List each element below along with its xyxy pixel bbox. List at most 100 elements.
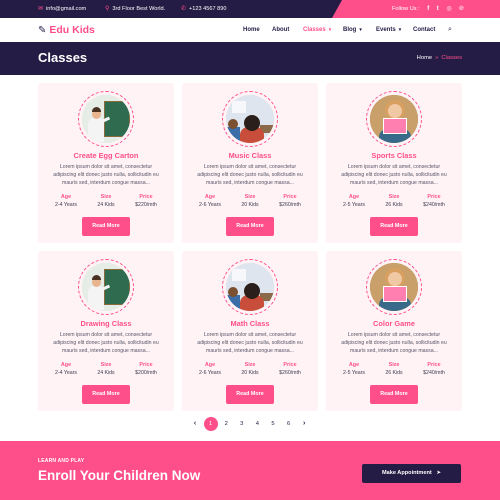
logo-text: Edu Kids [49, 24, 95, 36]
class-card[interactable]: Color Game Lorem ipsum dolor sit amet, co… [326, 251, 462, 411]
class-description: Lorem ipsum dolor sit amet, consectetur … [341, 332, 447, 354]
class-card[interactable]: Music Class Lorem ipsum dolor sit amet, c… [182, 83, 318, 243]
follow-label: Follow Us : [392, 6, 420, 12]
page-title: Classes [38, 50, 88, 65]
chevron-down-icon: ▼ [327, 27, 333, 32]
stat-price: Price $260/mth [270, 194, 310, 209]
stat-size-value: 26 Kids [385, 370, 403, 376]
stat-age-label: Age [348, 362, 360, 368]
nav-home-label: Home [243, 27, 260, 33]
stat-age: Age 2-5 Years [334, 194, 374, 209]
stat-age-value: 2-6 Years [199, 202, 221, 208]
class-photo[interactable] [370, 95, 418, 143]
stat-age: Age 2-6 Years [190, 194, 230, 209]
prev-page-button[interactable]: ‹ [188, 417, 202, 431]
stat-size-label: Size [244, 362, 256, 368]
stat-age-label: Age [204, 362, 216, 368]
social-links: Follow Us : f t ◎ ℗ [332, 0, 500, 18]
main-navbar: ✎ Edu Kids Home About Classes ▼ Blog ▼ Even… [0, 18, 500, 42]
stat-price: Price $200/mth [126, 362, 166, 377]
stat-age-label: Age [60, 194, 72, 200]
read-more-button[interactable]: Read More [82, 217, 130, 236]
class-description: Lorem ipsum dolor sit amet, consectetur … [341, 164, 447, 186]
page-6-button[interactable]: 6 [282, 417, 296, 431]
stat-age: Age 2-5 Years [334, 362, 374, 377]
instagram-icon[interactable]: ◎ [446, 0, 451, 18]
stat-size: Size 20 Kids [230, 194, 270, 209]
stat-size-label: Size [388, 362, 400, 368]
class-photo[interactable] [226, 95, 274, 143]
class-title[interactable]: Create Egg Carton [38, 151, 174, 160]
class-title[interactable]: Drawing Class [38, 319, 174, 328]
nav-classes[interactable]: Classes ▼ [303, 18, 332, 42]
stat-price-value: $240/mth [423, 370, 445, 376]
class-title[interactable]: Music Class [182, 151, 318, 160]
stat-price: Price $260/mth [270, 362, 310, 377]
class-stats: Age 2-5 Years Size 26 Kids Price $240/mth [326, 194, 462, 214]
stat-size-value: 26 Kids [385, 202, 403, 208]
read-more-button[interactable]: Read More [82, 385, 130, 404]
stat-size-label: Size [100, 362, 112, 368]
top-bar: ✉ info@gmail.com ⚲ 3rd Floor Best World. ✆… [0, 0, 500, 18]
page-1-button[interactable]: 1 [203, 417, 218, 431]
class-stats: Age 2-6 Years Size 20 Kids Price $260/mth [182, 362, 318, 382]
class-photo[interactable] [226, 263, 274, 311]
stat-price: Price $240/mth [414, 362, 454, 377]
class-card[interactable]: Math Class Lorem ipsum dolor sit amet, co… [182, 251, 318, 411]
page-3-button[interactable]: 3 [235, 417, 249, 431]
search-icon[interactable]: ⌕ [448, 18, 452, 42]
stat-price-value: $260/mth [279, 370, 301, 376]
nav-home[interactable]: Home [243, 18, 260, 42]
breadcrumb-separator: » [435, 55, 439, 61]
page-2-button[interactable]: 2 [219, 417, 233, 431]
class-card[interactable]: Sports Class Lorem ipsum dolor sit amet, … [326, 83, 462, 243]
class-photo[interactable] [82, 95, 130, 143]
class-title[interactable]: Sports Class [326, 151, 462, 160]
class-photo-frame [222, 91, 278, 147]
address-contact: ⚲ 3rd Floor Best World. [105, 0, 165, 18]
class-photo[interactable] [370, 263, 418, 311]
class-card[interactable]: Drawing Class Lorem ipsum dolor sit amet,… [38, 251, 174, 411]
address-text: 3rd Floor Best World. [112, 6, 166, 12]
phone-contact[interactable]: ✆ +123 4567 890 [181, 0, 227, 18]
make-appointment-button[interactable]: Make Appointment ➤ [362, 464, 461, 483]
phone-icon: ✆ [181, 6, 187, 12]
class-card[interactable]: Create Egg Carton Lorem ipsum dolor sit a… [38, 83, 174, 243]
stat-price-value: $200/mth [135, 370, 157, 376]
page-5-button[interactable]: 5 [266, 417, 280, 431]
pinterest-icon[interactable]: ℗ [459, 0, 463, 18]
stat-price-label: Price [139, 362, 153, 368]
stat-size: Size 26 Kids [374, 362, 414, 377]
breadcrumb-home[interactable]: Home [417, 55, 432, 61]
page-4-button[interactable]: 4 [250, 417, 264, 431]
stat-age-label: Age [60, 362, 72, 368]
class-description: Lorem ipsum dolor sit amet, consectetur … [53, 332, 159, 354]
read-more-button[interactable]: Read More [370, 385, 418, 404]
class-photo[interactable] [82, 263, 130, 311]
stat-price-label: Price [427, 194, 441, 200]
stat-price-label: Price [427, 362, 441, 368]
email-contact[interactable]: ✉ info@gmail.com [38, 0, 86, 18]
read-more-button[interactable]: Read More [370, 217, 418, 236]
stat-age-value: 2-6 Years [199, 370, 221, 376]
cta-kicker: LEARN AND PLAY [38, 458, 85, 464]
read-more-button[interactable]: Read More [226, 217, 274, 236]
nav-contact[interactable]: Contact [413, 18, 435, 42]
class-stats: Age 2-4 Years Size 24 Kids Price $220/mth [38, 194, 174, 214]
class-title[interactable]: Color Game [326, 319, 462, 328]
site-logo[interactable]: ✎ Edu Kids [38, 23, 95, 37]
read-more-button[interactable]: Read More [226, 385, 274, 404]
class-title[interactable]: Math Class [182, 319, 318, 328]
stat-price-value: $220/mth [135, 202, 157, 208]
nav-events[interactable]: Events ▼ [376, 18, 402, 42]
stat-size: Size 20 Kids [230, 362, 270, 377]
stat-size-value: 20 Kids [241, 370, 259, 376]
twitter-icon[interactable]: t [437, 0, 439, 18]
nav-about[interactable]: About [272, 18, 289, 42]
stat-price-label: Price [283, 362, 297, 368]
facebook-icon[interactable]: f [427, 0, 429, 18]
stat-size: Size 24 Kids [86, 194, 126, 209]
enroll-banner: LEARN AND PLAY Enroll Your Children Now … [0, 441, 500, 500]
nav-blog[interactable]: Blog ▼ [343, 18, 363, 42]
next-page-button[interactable]: › [297, 417, 311, 431]
